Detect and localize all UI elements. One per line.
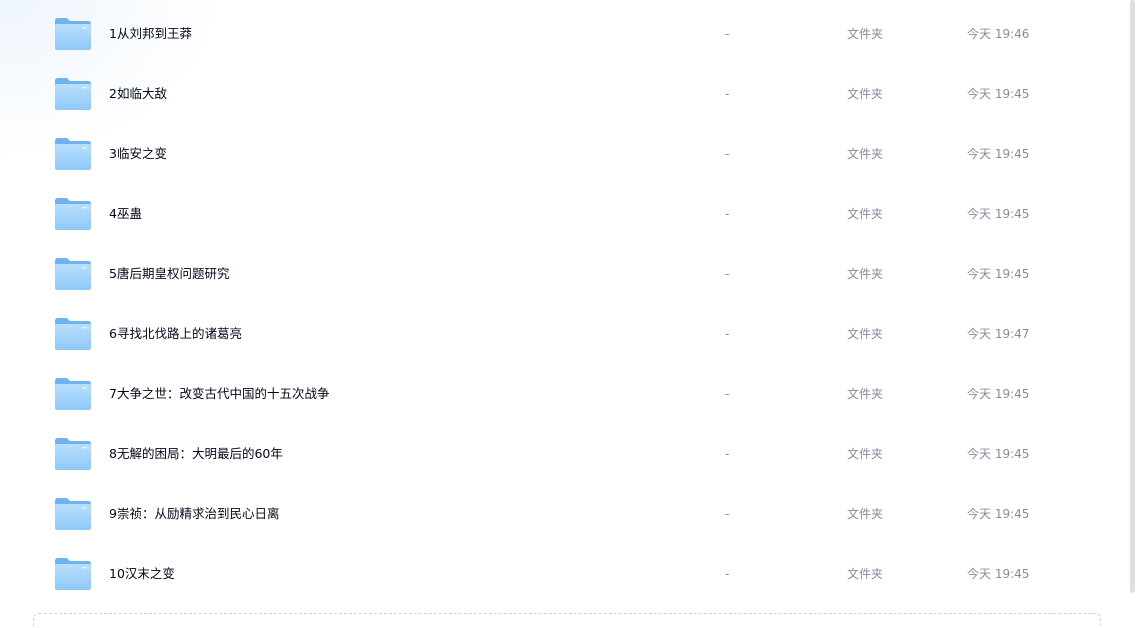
file-size: - <box>725 387 730 401</box>
file-type: 文件夹 <box>847 27 884 41</box>
file-name[interactable]: 10汉末之变 <box>109 544 175 604</box>
file-row[interactable]: 6寻找北伐路上的诸葛亮 - 文件夹 今天 19:47 <box>0 304 1128 364</box>
folder-icon <box>55 378 91 410</box>
file-name[interactable]: 6寻找北伐路上的诸葛亮 <box>109 304 242 364</box>
file-size: - <box>725 327 730 341</box>
file-size: - <box>725 147 730 161</box>
file-type: 文件夹 <box>847 207 884 221</box>
file-name[interactable]: 8无解的困局：大明最后的60年 <box>109 424 283 484</box>
file-modified-time: 今天 19:46 <box>967 27 1030 41</box>
file-size: - <box>725 567 730 581</box>
file-row[interactable]: 3临安之变 - 文件夹 今天 19:45 <box>0 124 1128 184</box>
file-row[interactable]: 9崇祯：从励精求治到民心日离 - 文件夹 今天 19:45 <box>0 484 1128 544</box>
file-row[interactable]: 2如临大敌 - 文件夹 今天 19:45 <box>0 64 1128 124</box>
file-row[interactable]: 7大争之世：改变古代中国的十五次战争 - 文件夹 今天 19:45 <box>0 364 1128 424</box>
file-type: 文件夹 <box>847 147 884 161</box>
file-size: - <box>725 267 730 281</box>
file-size: - <box>725 87 730 101</box>
file-type: 文件夹 <box>847 387 884 401</box>
file-row[interactable]: 8无解的困局：大明最后的60年 - 文件夹 今天 19:45 <box>0 424 1128 484</box>
file-name[interactable]: 3临安之变 <box>109 124 167 184</box>
file-modified-time: 今天 19:45 <box>967 207 1030 221</box>
folder-icon <box>55 78 91 110</box>
file-name[interactable]: 4巫蛊 <box>109 184 142 244</box>
file-name[interactable]: 7大争之世：改变古代中国的十五次战争 <box>109 364 329 424</box>
file-size: - <box>725 447 730 461</box>
folder-icon <box>55 438 91 470</box>
file-type: 文件夹 <box>847 567 884 581</box>
file-row[interactable]: 1从刘邦到王莽 - 文件夹 今天 19:46 <box>0 4 1128 64</box>
file-list: 1从刘邦到王莽 - 文件夹 今天 19:46 2如临大敌 - 文件夹 今天 19… <box>0 4 1128 604</box>
file-modified-time: 今天 19:45 <box>967 447 1030 461</box>
file-row[interactable]: 4巫蛊 - 文件夹 今天 19:45 <box>0 184 1128 244</box>
file-modified-time: 今天 19:45 <box>967 87 1030 101</box>
file-modified-time: 今天 19:45 <box>967 507 1030 521</box>
file-name[interactable]: 2如临大敌 <box>109 64 167 124</box>
file-row[interactable]: 5唐后期皇权问题研究 - 文件夹 今天 19:45 <box>0 244 1128 304</box>
folder-icon <box>55 318 91 350</box>
folder-icon <box>55 258 91 290</box>
folder-icon <box>55 138 91 170</box>
file-name[interactable]: 1从刘邦到王莽 <box>109 4 192 64</box>
file-type: 文件夹 <box>847 507 884 521</box>
file-name[interactable]: 5唐后期皇权问题研究 <box>109 244 229 304</box>
file-size: - <box>725 207 730 221</box>
file-type: 文件夹 <box>847 267 884 281</box>
upload-drop-zone[interactable] <box>33 613 1101 628</box>
file-size: - <box>725 27 730 41</box>
file-modified-time: 今天 19:45 <box>967 387 1030 401</box>
file-name[interactable]: 9崇祯：从励精求治到民心日离 <box>109 484 279 544</box>
folder-icon <box>55 18 91 50</box>
folder-icon <box>55 198 91 230</box>
file-modified-time: 今天 19:47 <box>967 327 1030 341</box>
file-type: 文件夹 <box>847 87 884 101</box>
file-modified-time: 今天 19:45 <box>967 147 1030 161</box>
file-modified-time: 今天 19:45 <box>967 567 1030 581</box>
folder-icon <box>55 498 91 530</box>
file-modified-time: 今天 19:45 <box>967 267 1030 281</box>
folder-icon <box>55 558 91 590</box>
file-row[interactable]: 10汉末之变 - 文件夹 今天 19:45 <box>0 544 1128 604</box>
file-browser: 1从刘邦到王莽 - 文件夹 今天 19:46 2如临大敌 - 文件夹 今天 19… <box>0 0 1136 628</box>
scrollbar-thumb[interactable] <box>1130 0 1135 593</box>
file-size: - <box>725 507 730 521</box>
file-type: 文件夹 <box>847 327 884 341</box>
file-type: 文件夹 <box>847 447 884 461</box>
